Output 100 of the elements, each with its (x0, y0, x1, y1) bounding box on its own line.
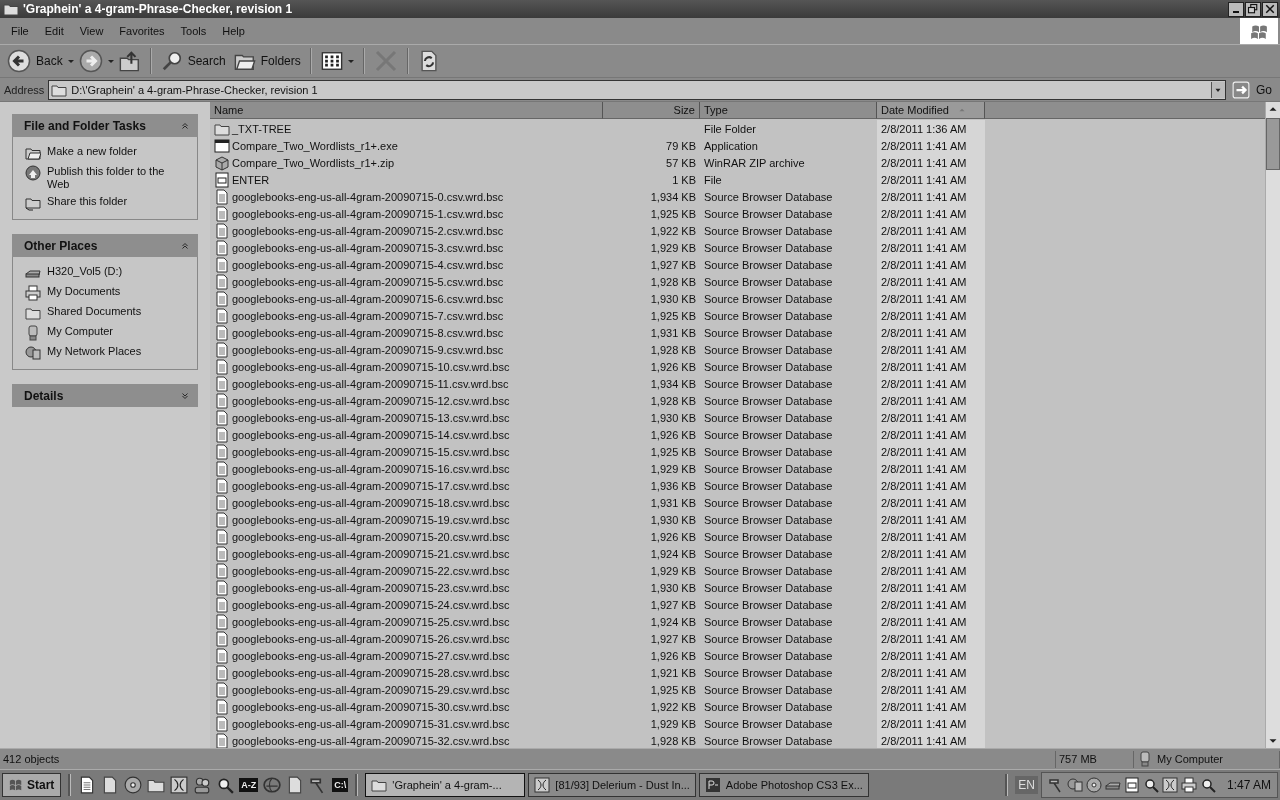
file-name[interactable]: googlebooks-eng-us-all-4gram-20090715-17.csv.wrd.bsc (214, 477, 510, 494)
column-header[interactable]: Date Modified (877, 102, 985, 119)
back-button[interactable]: Back (4, 47, 66, 75)
file-name[interactable]: googlebooks-eng-us-all-4gram-20090715-15.csv.wrd.bsc (214, 443, 510, 460)
file-name[interactable]: googlebooks-eng-us-all-4gram-20090715-4.csv.wrd.bsc (214, 256, 504, 273)
file-name[interactable]: googlebooks-eng-us-all-4gram-20090715-19.csv.wrd.bsc (214, 511, 510, 528)
menu-item[interactable]: Help (214, 23, 253, 39)
file-name[interactable]: ENTER (214, 171, 270, 188)
column-header[interactable]: Name (210, 102, 603, 119)
panel-header[interactable]: File and Folder Tasks (12, 114, 198, 137)
file-name[interactable]: googlebooks-eng-us-all-4gram-20090715-31.csv.wrd.bsc (214, 715, 510, 732)
file-name[interactable]: googlebooks-eng-us-all-4gram-20090715-1.csv.wrd.bsc (214, 205, 504, 222)
file-name[interactable]: googlebooks-eng-us-all-4gram-20090715-3.csv.wrd.bsc (214, 239, 504, 256)
task-link[interactable]: Share this folder (25, 195, 189, 211)
file-name[interactable]: googlebooks-eng-us-all-4gram-20090715-13.csv.wrd.bsc (214, 409, 510, 426)
minimize-button[interactable] (1228, 1, 1244, 17)
menu-item[interactable]: Favorites (111, 23, 173, 39)
file-date: 2/8/2011 1:41 AM (881, 462, 967, 475)
column-header[interactable]: Type (700, 102, 877, 119)
tray-magnifier-icon[interactable] (1142, 777, 1159, 793)
file-size: 79 KB (666, 139, 696, 152)
file-name[interactable]: googlebooks-eng-us-all-4gram-20090715-23.csv.wrd.bsc (214, 579, 510, 596)
globe-icon[interactable] (263, 776, 282, 794)
file-name[interactable]: googlebooks-eng-us-all-4gram-20090715-26.csv.wrd.bsc (214, 630, 510, 647)
taskbar-button[interactable]: [81/93] Delerium - Dust In... (528, 773, 696, 797)
file-name[interactable]: googlebooks-eng-us-all-4gram-20090715-27.csv.wrd.bsc (214, 647, 510, 664)
tray-network-icon[interactable] (1066, 777, 1083, 793)
file-name[interactable]: googlebooks-eng-us-all-4gram-20090715-28.csv.wrd.bsc (214, 664, 510, 681)
tray-printer-icon[interactable] (1180, 777, 1197, 793)
search-button[interactable]: Search (157, 48, 229, 74)
file-date: 2/8/2011 1:41 AM (881, 581, 967, 594)
file-name[interactable]: googlebooks-eng-us-all-4gram-20090715-16.csv.wrd.bsc (214, 460, 510, 477)
task-link[interactable]: H320_Vol5 (D:) (25, 265, 189, 281)
menu-item[interactable]: Tools (172, 23, 215, 39)
people-icon[interactable] (193, 776, 212, 794)
address-field[interactable]: D:\'Graphein' a 4-gram-Phrase-Checker, revision 1 (48, 79, 1226, 100)
task-link[interactable]: Shared Documents (25, 305, 189, 321)
file-name[interactable]: googlebooks-eng-us-all-4gram-20090715-10.csv.wrd.bsc (214, 358, 510, 375)
file-name[interactable]: googlebooks-eng-us-all-4gram-20090715-8.csv.wrd.bsc (214, 324, 504, 341)
menu-item[interactable]: File (3, 23, 37, 39)
tray-disc-icon[interactable] (1085, 777, 1102, 793)
menu-item[interactable]: View (71, 23, 112, 39)
file-name[interactable]: googlebooks-eng-us-all-4gram-20090715-9.csv.wrd.bsc (214, 341, 504, 358)
task-link[interactable]: My Computer (25, 325, 189, 341)
dropdown-arrow-icon[interactable] (107, 59, 114, 63)
tray-document-icon[interactable] (1123, 777, 1140, 793)
file-type: Source Browser Database (704, 207, 833, 220)
file-size: 1,926 KB (650, 360, 696, 373)
dropdown-button[interactable] (1211, 81, 1225, 98)
panel-header[interactable]: Other Places (12, 234, 198, 257)
file-name[interactable]: googlebooks-eng-us-all-4gram-20090715-24.csv.wrd.bsc (214, 596, 510, 613)
package-icon (214, 154, 230, 171)
folders-button[interactable]: Folders (230, 48, 304, 74)
file-name[interactable]: googlebooks-eng-us-all-4gram-20090715-18.csv.wrd.bsc (214, 494, 510, 511)
file-date: 2/8/2011 1:41 AM (881, 139, 967, 152)
file-name[interactable]: googlebooks-eng-us-all-4gram-20090715-21.csv.wrd.bsc (214, 545, 510, 562)
file-name[interactable]: googlebooks-eng-us-all-4gram-20090715-20.csv.wrd.bsc (214, 528, 510, 545)
dropdown-arrow-icon[interactable] (67, 59, 74, 63)
task-link[interactable]: Publish this folder to the Web (25, 165, 189, 191)
file-name[interactable]: googlebooks-eng-us-all-4gram-20090715-12.csv.wrd.bsc (214, 392, 510, 409)
file-name[interactable]: googlebooks-eng-us-all-4gram-20090715-29.csv.wrd.bsc (214, 681, 510, 698)
quick-launch-icon[interactable]: A-Z (239, 778, 259, 792)
magnifier-icon[interactable] (216, 776, 235, 794)
file-name[interactable]: googlebooks-eng-us-all-4gram-20090715-25.csv.wrd.bsc (214, 613, 510, 630)
taskbar-button[interactable]: 'Graphein' a 4-gram-... (365, 773, 526, 797)
file-date: 2/8/2011 1:41 AM (881, 700, 967, 713)
file-name[interactable]: googlebooks-eng-us-all-4gram-20090715-14.csv.wrd.bsc (214, 426, 510, 443)
quick-launch-icon[interactable]: C:\ (332, 778, 349, 792)
menu-item[interactable]: Edit (36, 23, 72, 39)
task-link[interactable]: My Network Places (25, 345, 189, 361)
file-name[interactable]: googlebooks-eng-us-all-4gram-20090715-11.csv.wrd.bsc (214, 375, 509, 392)
file-name[interactable]: googlebooks-eng-us-all-4gram-20090715-5.csv.wrd.bsc (214, 273, 504, 290)
file-name[interactable]: googlebooks-eng-us-all-4gram-20090715-2.csv.wrd.bsc (214, 222, 504, 239)
start-button[interactable]: Start (2, 773, 62, 797)
scroll-thumb[interactable] (1266, 118, 1280, 170)
column-header[interactable]: Size (603, 102, 700, 119)
task-link[interactable]: My Documents (25, 285, 189, 301)
task-link[interactable]: Make a new folder (25, 145, 189, 161)
file-date: 2/8/2011 1:41 AM (881, 666, 967, 679)
file-name[interactable]: googlebooks-eng-us-all-4gram-20090715-6.csv.wrd.bsc (214, 290, 504, 307)
file-name[interactable]: _TXT-TREE (214, 120, 292, 137)
panel-header[interactable]: Details (12, 384, 198, 407)
go-button[interactable]: Go (1230, 80, 1278, 99)
file-name[interactable]: googlebooks-eng-us-all-4gram-20090715-22.csv.wrd.bsc (214, 562, 510, 579)
tray-hammer-icon[interactable] (1047, 777, 1064, 793)
tray-magnifier-icon[interactable] (1199, 777, 1216, 793)
language-indicator[interactable]: EN (1015, 776, 1038, 794)
vertical-scrollbar[interactable] (1265, 102, 1280, 748)
file-name[interactable]: googlebooks-eng-us-all-4gram-20090715-32.csv.wrd.bsc (214, 732, 510, 748)
file-name[interactable]: Compare_Two_Wordlists_r1+.zip (214, 154, 395, 171)
file-name[interactable]: googlebooks-eng-us-all-4gram-20090715-0.csv.wrd.bsc (214, 188, 504, 205)
disc-icon[interactable] (124, 776, 143, 794)
folder-icon (25, 305, 41, 321)
close-button[interactable] (1262, 1, 1278, 17)
taskbar-button[interactable]: Adobe Photoshop CS3 Ex... (698, 773, 869, 797)
restore-button[interactable] (1245, 1, 1261, 17)
file-name[interactable]: Compare_Two_Wordlists_r1+.exe (214, 137, 398, 154)
file-name[interactable]: googlebooks-eng-us-all-4gram-20090715-30.csv.wrd.bsc (214, 698, 510, 715)
file-name[interactable]: googlebooks-eng-us-all-4gram-20090715-7.csv.wrd.bsc (214, 307, 504, 324)
file-type: Source Browser Database (704, 649, 833, 662)
